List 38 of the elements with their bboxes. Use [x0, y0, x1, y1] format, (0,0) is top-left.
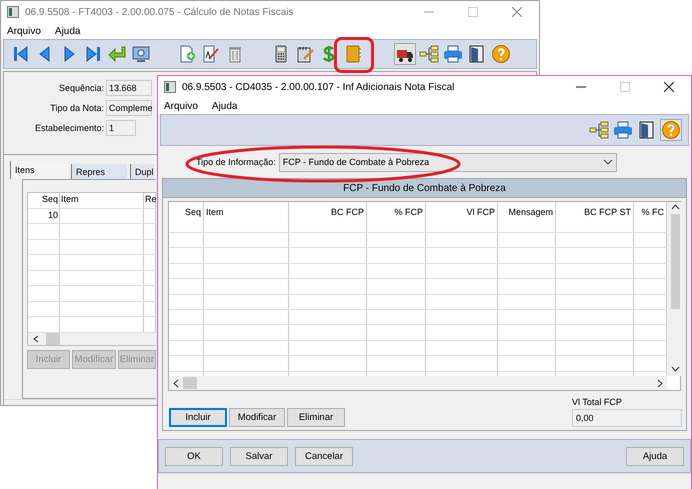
- text-field[interactable]: 13.668: [106, 80, 152, 96]
- window-title: 06.9.5503 - CD4035 - 2.00.00.107 - Inf Adicionais Nota Fiscal: [182, 82, 456, 92]
- dialog-button[interactable]: Salvar: [230, 446, 288, 466]
- window-title: 06.9.5508 - FT4003 - 2.00.00.075 - Cálculo de Notas Fiscais: [25, 6, 294, 18]
- column-header: Seq: [28, 193, 60, 208]
- field-label: Tipo de Informação:: [196, 157, 276, 167]
- column-header: Item: [60, 193, 144, 208]
- menu-item[interactable]: Arquivo: [7, 26, 41, 36]
- field-label: Vl Total FCP: [572, 397, 623, 407]
- field-label: Tipo da Nota:: [49, 103, 104, 113]
- column-header: Vl FCP: [426, 202, 498, 232]
- info-type-dropdown[interactable]: FCP - Fundo de Combate à Pobreza: [278, 152, 617, 172]
- tab[interactable]: Itens: [10, 161, 68, 179]
- column-header: Item: [204, 202, 289, 232]
- table-cell: 10: [28, 208, 60, 223]
- menu-item[interactable]: Arquivo: [164, 100, 198, 112]
- field-label: Estabelecimento:: [34, 123, 104, 133]
- tab[interactable]: Dupl: [130, 164, 154, 179]
- action-button[interactable]: Modificar: [229, 408, 285, 427]
- dialog-button[interactable]: Cancelar: [295, 446, 353, 466]
- column-header: Re: [144, 193, 156, 208]
- column-header: BC FCP: [289, 202, 367, 232]
- menu-item[interactable]: Ajuda: [54, 26, 80, 36]
- text-field[interactable]: 1: [106, 120, 136, 136]
- dialog-button[interactable]: OK: [165, 446, 223, 466]
- menu-item[interactable]: Ajuda: [212, 100, 238, 112]
- column-header: Mensagem: [498, 202, 556, 232]
- column-header: Seq: [169, 202, 204, 232]
- text-field[interactable]: Compleme: [106, 100, 152, 116]
- help-button[interactable]: Ajuda: [626, 446, 684, 466]
- group-title: FCP - Fundo de Combate à Pobreza: [163, 179, 686, 198]
- action-button[interactable]: Incluir: [169, 408, 227, 427]
- tab[interactable]: Repres: [71, 164, 127, 179]
- total-field: 0,00: [572, 409, 682, 427]
- field-label: Sequência:: [58, 83, 104, 93]
- column-header: % FCP: [367, 202, 426, 232]
- column-header: BC FCP ST: [556, 202, 634, 232]
- action-button[interactable]: Eliminar: [287, 408, 345, 427]
